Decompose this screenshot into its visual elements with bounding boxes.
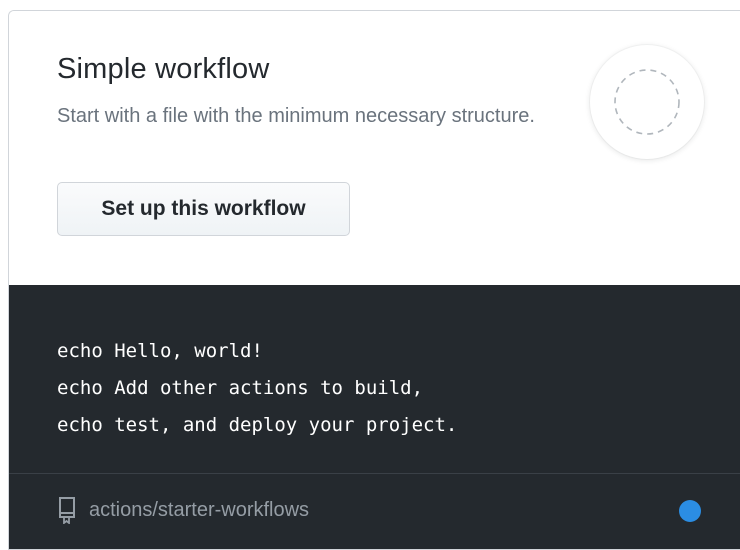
setup-workflow-button[interactable]: Set up this workflow <box>57 182 350 236</box>
dashed-circle-icon <box>614 69 680 135</box>
workflow-card: Simple workflow Start with a file with t… <box>8 10 740 550</box>
code-preview: echo Hello, world! echo Add other action… <box>9 285 740 473</box>
language-color-dot <box>679 500 701 522</box>
repo-link[interactable]: actions/starter-workflows <box>89 496 309 524</box>
card-description: Start with a file with the minimum neces… <box>57 105 535 127</box>
card-title: Simple workflow <box>57 53 270 85</box>
card-header: Simple workflow Start with a file with t… <box>9 11 740 285</box>
workflow-logo <box>590 45 704 159</box>
card-footer: actions/starter-workflows <box>9 473 740 549</box>
code-snippet: echo Hello, world! echo Add other action… <box>57 340 458 436</box>
repo-icon <box>59 497 75 524</box>
